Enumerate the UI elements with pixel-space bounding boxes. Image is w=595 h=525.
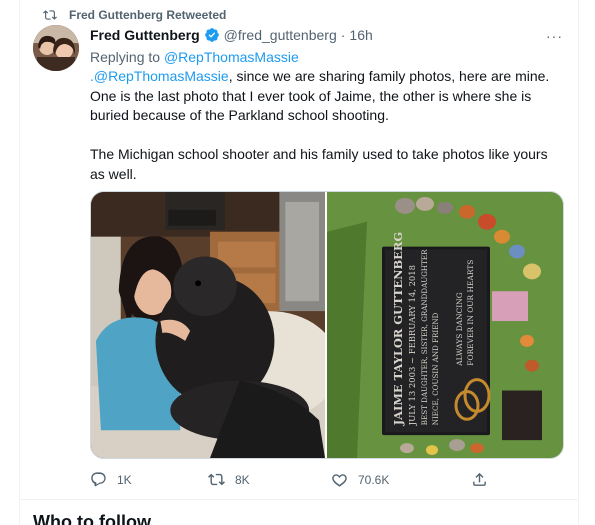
text-line-2: One is the last photo that I ever took o…	[90, 87, 532, 104]
photo-girl-with-dog-image	[91, 192, 325, 458]
photo-girl-with-dog[interactable]	[91, 192, 327, 458]
heart-icon	[332, 474, 347, 487]
avatar-image	[33, 25, 79, 71]
retweet-context[interactable]: Fred Guttenberg Retweeted	[43, 8, 226, 22]
like-count: 70.6K	[358, 472, 390, 487]
retweet-action-icon	[208, 473, 225, 486]
text-line-1: , since we are sharing family photos, he…	[228, 68, 550, 84]
timestamp[interactable]: 16h	[349, 27, 372, 43]
text-line-3: buried because of the Parkland school sh…	[90, 107, 389, 123]
reply-count: 1K	[117, 472, 132, 487]
grave-inscription-line4: NIECE, COUSIN AND FRIEND	[431, 312, 440, 425]
photo-gravestone-image: JAIME TAYLOR GUTTENBERG JULY 13 2003 ~ F…	[327, 192, 563, 458]
replying-prefix: Replying to	[90, 49, 161, 65]
photo-gravestone[interactable]: JAIME TAYLOR GUTTENBERG JULY 13 2003 ~ F…	[327, 192, 563, 458]
grave-inscription-dates: JULY 13 2003 ~ FEBRUARY 14, 2018	[407, 265, 417, 426]
retweet-label: Fred Guttenberg Retweeted	[69, 8, 227, 22]
media-grid: JAIME TAYLOR GUTTENBERG JULY 13 2003 ~ F…	[90, 191, 564, 459]
author-handle[interactable]: @fred_guttenberg	[224, 27, 337, 43]
retweet-icon	[43, 10, 57, 20]
replying-mention-link[interactable]: @RepThomasMassie	[164, 49, 299, 65]
tweet-text: .@RepThomasMassie, since we are sharing …	[90, 67, 560, 184]
text-line-4: The Michigan school shooter and his fami…	[90, 146, 548, 162]
text-line-5: as well.	[90, 165, 137, 182]
separator-dot: ·	[340, 27, 346, 43]
retweet-count: 8K	[235, 472, 250, 487]
like-action[interactable]: 70.6K	[331, 471, 389, 488]
tweet-header: Fred Guttenberg @fred_guttenberg · 16h	[90, 27, 373, 43]
verified-badge-icon	[204, 28, 219, 42]
grave-inscription-top1: ALWAYS DANCING	[455, 292, 464, 366]
share-icon	[473, 472, 486, 486]
grave-inscription-name: JAIME TAYLOR GUTTENBERG	[391, 232, 405, 426]
who-to-follow-heading: Who to follow	[33, 512, 151, 525]
grave-inscription-top2: FOREVER IN OUR HEARTS	[466, 260, 475, 366]
avatar[interactable]	[33, 25, 79, 71]
reply-icon	[91, 472, 106, 487]
more-options-icon[interactable]: ···	[546, 28, 563, 44]
share-action[interactable]	[471, 471, 498, 488]
grave-inscription-line3: BEST DAUGHTER, SISTER, GRANDDAUGHTER	[420, 249, 429, 425]
retweet-action[interactable]: 8K	[208, 471, 250, 488]
author-name[interactable]: Fred Guttenberg	[90, 27, 200, 43]
reply-action[interactable]: 1K	[90, 471, 132, 488]
mention-link[interactable]: .@RepThomasMassie	[90, 68, 229, 84]
replying-to: Replying to @RepThomasMassie	[90, 49, 299, 65]
divider	[19, 499, 579, 500]
tweet-actions: 1K 8K 70.6K	[90, 471, 490, 489]
